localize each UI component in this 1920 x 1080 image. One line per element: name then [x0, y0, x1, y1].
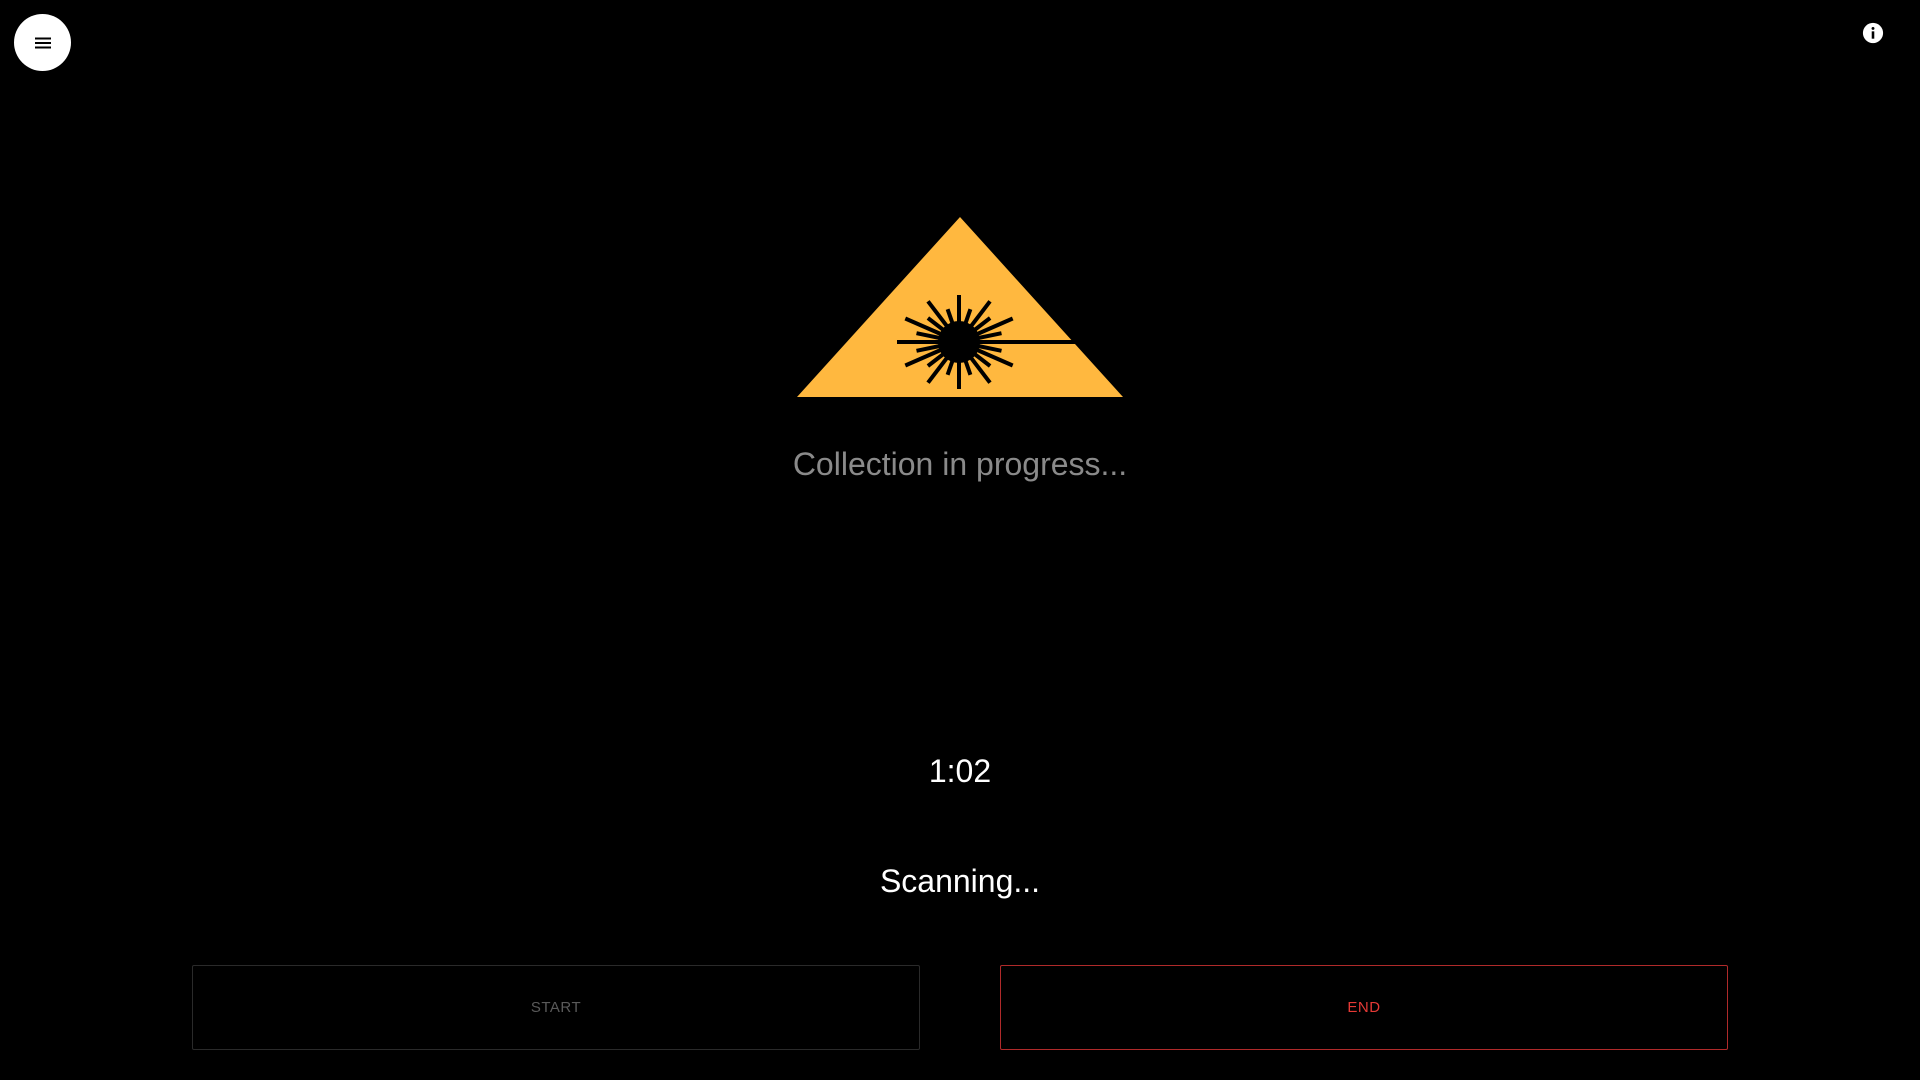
menu-button[interactable]	[14, 14, 71, 71]
laser-warning-icon	[795, 215, 1125, 400]
collection-status-text: Collection in progress...	[792, 446, 1128, 482]
start-button[interactable]: START	[192, 965, 920, 1050]
scan-status-text: Scanning...	[879, 863, 1041, 899]
scan-screen: Collection in progress... 1:02 Scanning.…	[0, 0, 1920, 1080]
info-icon	[1862, 22, 1884, 44]
end-button[interactable]: END	[1000, 965, 1728, 1050]
hamburger-menu-icon	[34, 37, 51, 48]
info-button[interactable]	[1862, 22, 1884, 44]
elapsed-timer: 1:02	[928, 753, 992, 789]
